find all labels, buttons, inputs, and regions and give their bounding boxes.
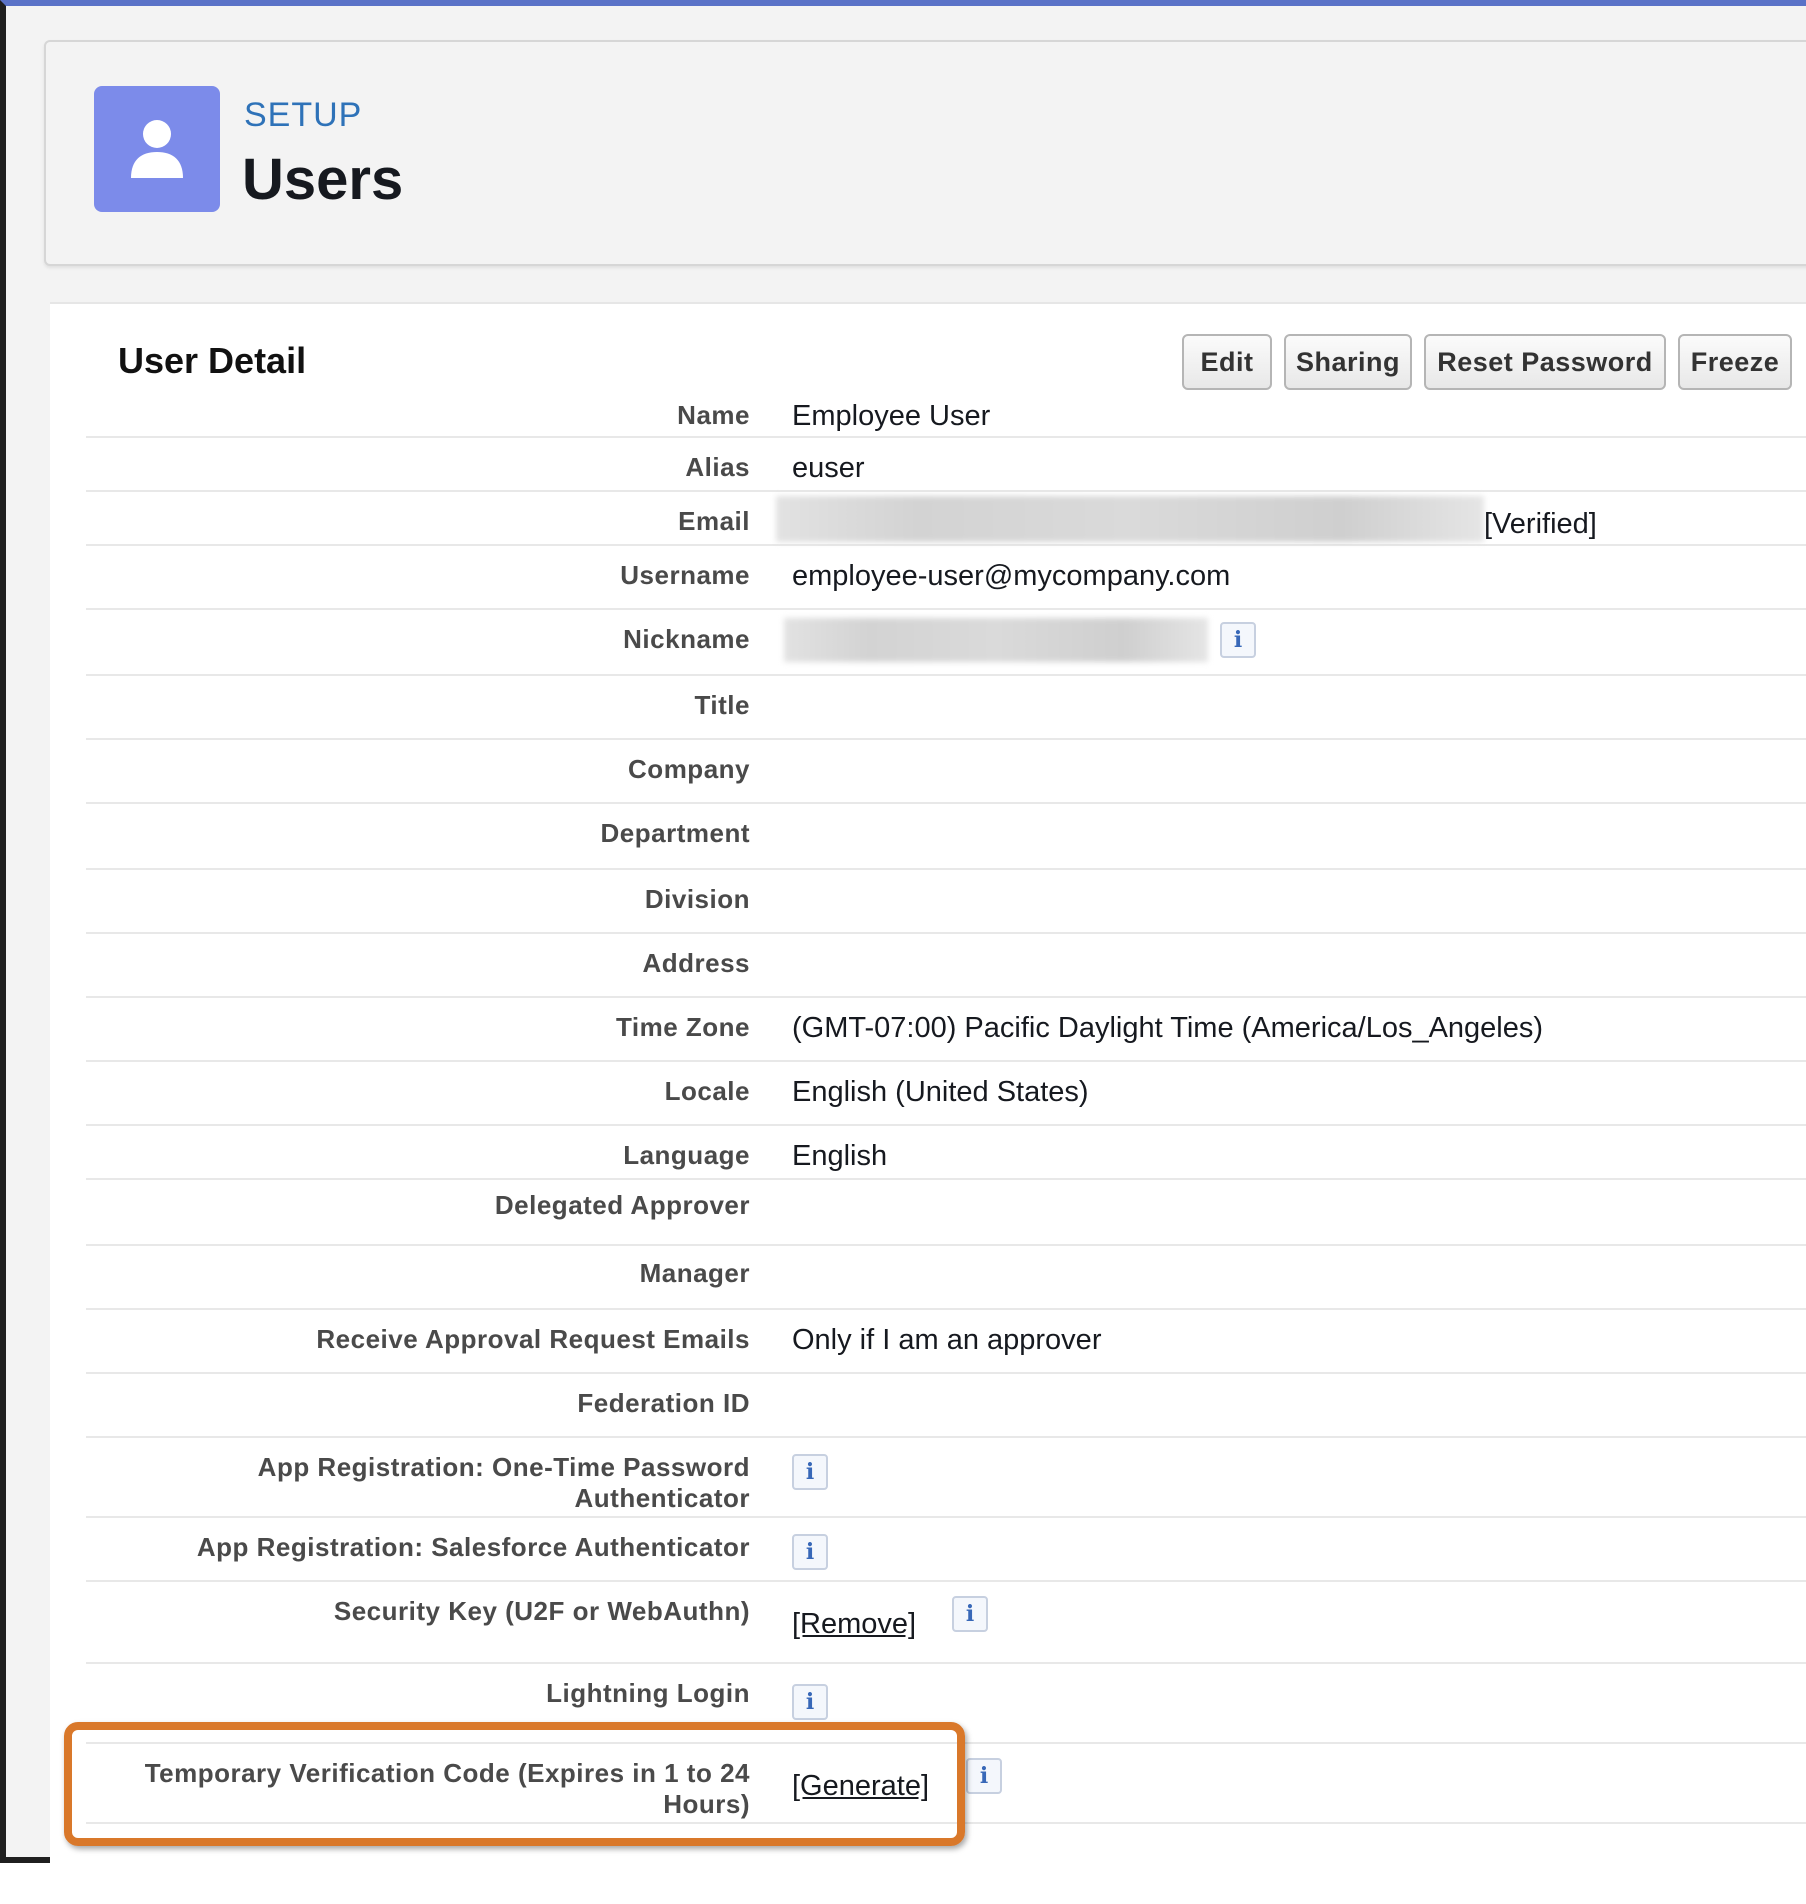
field-row-manager: Manager xyxy=(86,1246,1806,1310)
field-row-name: Name Employee User xyxy=(86,384,1806,438)
field-label: Time Zone xyxy=(615,1012,750,1042)
field-label: Federation ID xyxy=(577,1388,750,1418)
field-value: English (United States) xyxy=(792,1076,1089,1108)
field-row-division: Division xyxy=(86,870,1806,934)
field-label: Name xyxy=(677,400,750,430)
remove-security-key-link[interactable]: [Remove] xyxy=(792,1608,916,1641)
field-row-federation-id: Federation ID xyxy=(86,1374,1806,1438)
field-value: English xyxy=(792,1140,888,1172)
edit-button[interactable]: Edit xyxy=(1182,334,1272,390)
field-row-delegated-approver: Delegated Approver xyxy=(86,1180,1806,1246)
field-row-alias: Alias euser xyxy=(86,438,1806,492)
field-row-company: Company xyxy=(86,740,1806,804)
section-title: User Detail xyxy=(118,340,307,381)
field-value: (GMT-07:00) Pacific Daylight Time (Ameri… xyxy=(792,1012,1544,1044)
field-label: Division xyxy=(644,884,750,914)
setup-kicker: SETUP xyxy=(244,96,363,134)
field-label: Language xyxy=(623,1140,750,1170)
reset-password-button[interactable]: Reset Password xyxy=(1424,334,1666,390)
user-detail-card: User Detail Edit Sharing Reset Password … xyxy=(50,302,1806,1904)
field-label: Locale xyxy=(664,1076,750,1106)
info-icon[interactable]: i xyxy=(1220,622,1256,658)
field-label: App Registration: One-Time Password Auth… xyxy=(257,1452,750,1513)
field-row-title: Title xyxy=(86,676,1806,740)
field-row-nickname: Nickname i xyxy=(86,610,1806,676)
field-row-address: Address xyxy=(86,934,1806,998)
field-label: Address xyxy=(642,948,750,978)
sharing-button[interactable]: Sharing xyxy=(1284,334,1412,390)
field-row-department: Department xyxy=(86,804,1806,870)
info-icon[interactable]: i xyxy=(792,1684,828,1720)
field-label: Department xyxy=(600,818,750,848)
field-label: Lightning Login xyxy=(546,1678,750,1708)
field-label: Title xyxy=(694,690,750,720)
info-icon[interactable]: i xyxy=(952,1596,988,1632)
field-value: euser xyxy=(792,452,865,484)
field-row-username: Username employee-user@mycompany.com xyxy=(86,546,1806,610)
field-label: Security Key (U2F or WebAuthn) xyxy=(333,1596,750,1626)
field-value: employee-user@mycompany.com xyxy=(792,560,1231,592)
field-label: Company xyxy=(628,754,750,784)
page-canvas: SETUP Users User Detail Edit Sharing Res… xyxy=(6,6,1806,1904)
field-row-language: Language English xyxy=(86,1126,1806,1180)
page-title: Users xyxy=(242,147,404,212)
field-label: Nickname xyxy=(623,624,750,654)
field-label: App Registration: Salesforce Authenticat… xyxy=(196,1532,750,1562)
info-icon[interactable]: i xyxy=(792,1534,828,1570)
field-label: Receive Approval Request Emails xyxy=(316,1324,750,1354)
field-label: Alias xyxy=(685,452,750,482)
redacted-nickname xyxy=(784,618,1208,662)
field-row-locale: Locale English (United States) xyxy=(86,1062,1806,1126)
field-row-sf-authenticator: App Registration: Salesforce Authenticat… xyxy=(86,1518,1806,1582)
field-row-time-zone: Time Zone (GMT-07:00) Pacific Daylight T… xyxy=(86,998,1806,1062)
callout-highlight-box xyxy=(64,1722,965,1846)
field-label: Delegated Approver xyxy=(494,1190,750,1220)
field-label: Email xyxy=(678,506,750,536)
field-value: Employee User xyxy=(792,400,991,432)
info-icon[interactable]: i xyxy=(792,1454,828,1490)
field-row-email: Email [Verified] xyxy=(86,492,1806,546)
field-row-security-key: Security Key (U2F or WebAuthn) [Remove] … xyxy=(86,1582,1806,1664)
field-row-receive-approval: Receive Approval Request Emails Only if … xyxy=(86,1310,1806,1374)
field-value: Only if I am an approver xyxy=(792,1324,1102,1356)
redacted-email xyxy=(776,496,1484,542)
field-label: Username xyxy=(620,560,750,590)
setup-header: SETUP Users xyxy=(44,40,1806,266)
email-verified-status: [Verified] xyxy=(1484,508,1597,540)
field-row-otp-authenticator: App Registration: One-Time Password Auth… xyxy=(86,1438,1806,1518)
freeze-button[interactable]: Freeze xyxy=(1678,334,1792,390)
user-icon xyxy=(94,86,220,212)
field-label: Manager xyxy=(639,1258,750,1288)
info-icon[interactable]: i xyxy=(966,1758,1002,1794)
